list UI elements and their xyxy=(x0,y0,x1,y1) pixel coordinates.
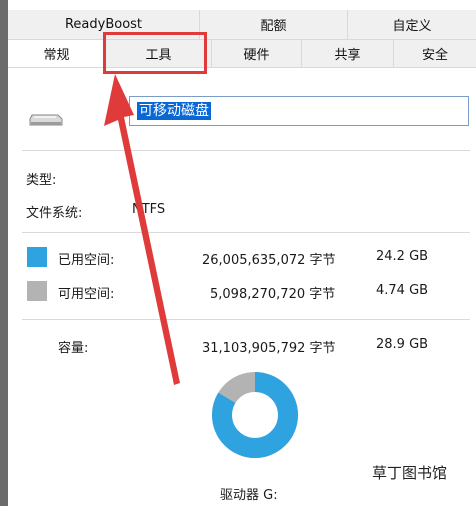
tab-general[interactable]: 常规 xyxy=(8,40,106,67)
tools-tab-highlight xyxy=(103,32,207,74)
separator xyxy=(22,232,470,233)
separator xyxy=(22,319,470,320)
tab-security[interactable]: 安全 xyxy=(394,40,476,67)
free-space-label: 可用空间: xyxy=(58,287,115,302)
free-space-size: 4.74 GB xyxy=(376,283,429,298)
file-system-value: NTFS xyxy=(132,202,166,217)
tab-quota[interactable]: 配额 xyxy=(200,10,348,39)
tab-hardware[interactable]: 硬件 xyxy=(212,40,302,67)
tab-row-bottom: 常规 工具 硬件 共享 安全 xyxy=(8,40,476,68)
capacity-size: 28.9 GB xyxy=(376,337,429,352)
drive-name-input[interactable]: 可移动磁盘 xyxy=(129,96,469,126)
free-space-swatch xyxy=(27,281,47,301)
used-space-label: 已用空间: xyxy=(58,253,115,268)
watermark-text: 草丁图书馆 xyxy=(372,464,448,482)
file-system-label: 文件系统: xyxy=(26,206,83,221)
used-space-bytes: 26,005,635,072 字节 xyxy=(202,253,336,268)
disk-usage-donut xyxy=(212,372,298,458)
background-window-edge xyxy=(0,0,8,506)
capacity-label: 容量: xyxy=(58,341,89,356)
removable-drive-icon xyxy=(29,114,63,126)
drive-name-text: 可移动磁盘 xyxy=(137,102,211,120)
capacity-bytes: 31,103,905,792 字节 xyxy=(202,341,336,356)
free-space-bytes: 5,098,270,720 字节 xyxy=(210,287,336,302)
used-space-swatch xyxy=(27,247,47,267)
tab-customize[interactable]: 自定义 xyxy=(348,10,476,39)
used-space-size: 24.2 GB xyxy=(376,249,429,264)
type-label: 类型: xyxy=(26,173,57,188)
tab-row-top: ReadyBoost 配额 自定义 xyxy=(8,10,476,40)
tab-sharing[interactable]: 共享 xyxy=(302,40,394,67)
separator xyxy=(22,150,470,151)
drive-letter-label: 驱动器 G: xyxy=(220,488,278,503)
